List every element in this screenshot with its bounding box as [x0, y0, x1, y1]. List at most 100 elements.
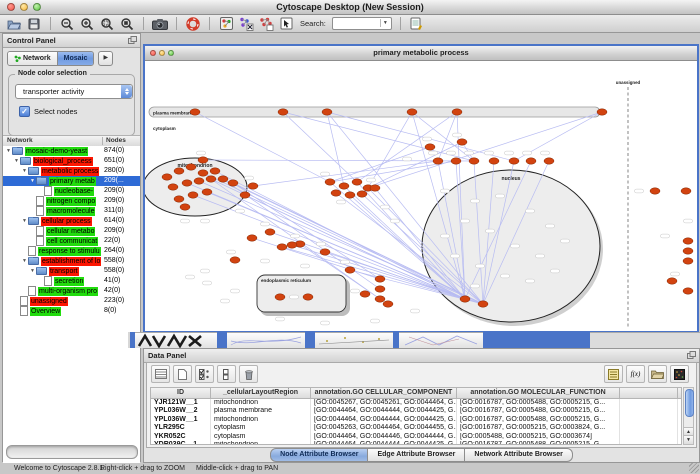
- background-window-sliver[interactable]: [315, 332, 393, 348]
- network-node[interactable]: [174, 196, 184, 202]
- zoom-in-icon[interactable]: [79, 16, 95, 31]
- network-node[interactable]: [322, 109, 332, 115]
- network-node[interactable]: [460, 296, 470, 302]
- tree-row[interactable]: nucleobase-209(0): [3, 186, 140, 196]
- background-window-sliver[interactable]: [227, 332, 305, 348]
- tab-overflow-button[interactable]: ▶: [98, 51, 113, 66]
- network-node[interactable]: [277, 244, 287, 250]
- network-node[interactable]: [188, 192, 198, 198]
- tree-row[interactable]: ▼biological_process651(0): [3, 156, 140, 166]
- network-node[interactable]: [194, 178, 204, 184]
- new-attribute-icon[interactable]: [173, 365, 192, 383]
- table-row[interactable]: YJR121W__1mitochondrion[GO:0045267, GO:0…: [151, 399, 681, 407]
- import-table-icon[interactable]: [409, 16, 425, 31]
- network-node[interactable]: [275, 294, 285, 300]
- background-window-border[interactable]: [217, 332, 227, 348]
- network-node[interactable]: [683, 248, 693, 254]
- network-node[interactable]: [526, 158, 536, 164]
- column-header[interactable]: annotation.GO MOLECULAR_FUNCTION: [457, 388, 620, 398]
- disclosure-triangle[interactable]: ▼: [21, 218, 28, 224]
- annotation-icon[interactable]: [278, 16, 294, 31]
- delete-attribute-icon[interactable]: [239, 365, 258, 383]
- column-header[interactable]: ID: [151, 388, 211, 398]
- merge-networks-icon[interactable]: [238, 16, 254, 31]
- attribute-table[interactable]: ID_cellularLayoutRegionannotation.GO CEL…: [150, 387, 682, 445]
- disclosure-triangle[interactable]: ▼: [21, 258, 28, 264]
- network-node[interactable]: [489, 158, 499, 164]
- tab-network-attribute-browser[interactable]: Network Attribute Browser: [465, 448, 572, 462]
- network-node[interactable]: [265, 229, 275, 235]
- network-node[interactable]: [425, 144, 435, 150]
- network-node[interactable]: [375, 296, 385, 302]
- background-window-sliver[interactable]: [590, 332, 700, 348]
- attribute-editor-icon[interactable]: [604, 365, 623, 383]
- network-node[interactable]: [325, 179, 335, 185]
- network-node[interactable]: [186, 164, 196, 170]
- tree-column-network[interactable]: Network: [7, 136, 33, 146]
- network-node[interactable]: [681, 188, 691, 194]
- tree-row[interactable]: ▼transport558(0): [3, 266, 140, 276]
- save-icon[interactable]: [26, 16, 42, 31]
- background-window-sliver[interactable]: [135, 332, 217, 348]
- float-panel-icon[interactable]: [128, 36, 137, 44]
- network-node[interactable]: [198, 157, 208, 163]
- network-node[interactable]: [180, 204, 190, 210]
- tab-edge-attribute-browser[interactable]: Edge Attribute Browser: [368, 448, 465, 462]
- network-node[interactable]: [228, 180, 238, 186]
- tree-row[interactable]: ▼cellular process614(0): [3, 216, 140, 226]
- column-header[interactable]: annotation.GO CELLULAR_COMPONENT: [311, 388, 457, 398]
- network-node[interactable]: [452, 109, 462, 115]
- network-node[interactable]: [683, 238, 693, 244]
- column-header[interactable]: _cellularLayoutRegion: [211, 388, 311, 398]
- network-node[interactable]: [174, 168, 184, 174]
- network-node[interactable]: [375, 276, 385, 282]
- background-window-sliver[interactable]: [399, 332, 483, 348]
- tree-row[interactable]: nitrogen compo209(0): [3, 196, 140, 206]
- matrix-icon[interactable]: [670, 365, 689, 383]
- tab-node-attribute-browser[interactable]: Node Attribute Browser: [270, 448, 368, 462]
- table-row[interactable]: YLR295Ccytoplasm[GO:0045263, GO:0044464,…: [151, 424, 681, 432]
- resize-grip[interactable]: [689, 463, 699, 473]
- network-node[interactable]: [478, 301, 488, 307]
- attribute-columns-icon[interactable]: [151, 365, 170, 383]
- network-node[interactable]: [433, 158, 443, 164]
- network-canvas[interactable]: plasma membrane cytoplasm nucleus mitoch…: [145, 61, 697, 331]
- network-node[interactable]: [457, 139, 467, 145]
- select-nodes-option[interactable]: ✓ Select nodes: [19, 106, 77, 117]
- edge[interactable]: [283, 112, 357, 182]
- tree-row[interactable]: ▼establishment of lo558(0): [3, 256, 140, 266]
- table-row[interactable]: YDR039C__1mitochondrion[GO:0044464, GO:0…: [151, 441, 681, 445]
- network-node[interactable]: [345, 192, 355, 198]
- tree-row[interactable]: cell communicat22(0): [3, 236, 140, 246]
- float-panel-icon[interactable]: [687, 351, 696, 359]
- network-node[interactable]: [206, 176, 216, 182]
- tab-mosaic[interactable]: Mosaic: [57, 52, 94, 65]
- edge[interactable]: [357, 112, 457, 182]
- node-color-dropdown[interactable]: transporter activity: [15, 84, 133, 99]
- network-node[interactable]: [451, 158, 461, 164]
- network-node[interactable]: [469, 158, 479, 164]
- network-node[interactable]: [357, 191, 367, 197]
- table-row[interactable]: YPL036W__2plasma membrane[GO:0044464, GO…: [151, 407, 681, 415]
- formula-builder-icon[interactable]: f(x): [626, 365, 645, 383]
- network-node[interactable]: [375, 286, 385, 292]
- edge[interactable]: [253, 161, 438, 186]
- select-attributes-icon[interactable]: [195, 365, 214, 383]
- help-icon[interactable]: [185, 16, 201, 31]
- network-node[interactable]: [303, 294, 313, 300]
- network-node[interactable]: [383, 301, 393, 307]
- network-window-titlebar[interactable]: primary metabolic process: [145, 46, 697, 61]
- tree-column-nodes[interactable]: Nodes: [106, 136, 126, 146]
- select-nodes-checkbox[interactable]: ✓: [19, 106, 30, 117]
- zoom-out-icon[interactable]: [59, 16, 75, 31]
- edge[interactable]: [368, 112, 412, 188]
- network-node[interactable]: [182, 180, 192, 186]
- network-node[interactable]: [597, 109, 607, 115]
- zoom-selected-icon[interactable]: [99, 16, 115, 31]
- network-node[interactable]: [339, 183, 349, 189]
- network-node[interactable]: [667, 278, 677, 284]
- network-node[interactable]: [247, 235, 257, 241]
- network-node[interactable]: [278, 109, 288, 115]
- network-node[interactable]: [683, 258, 693, 264]
- network-node[interactable]: [210, 168, 220, 174]
